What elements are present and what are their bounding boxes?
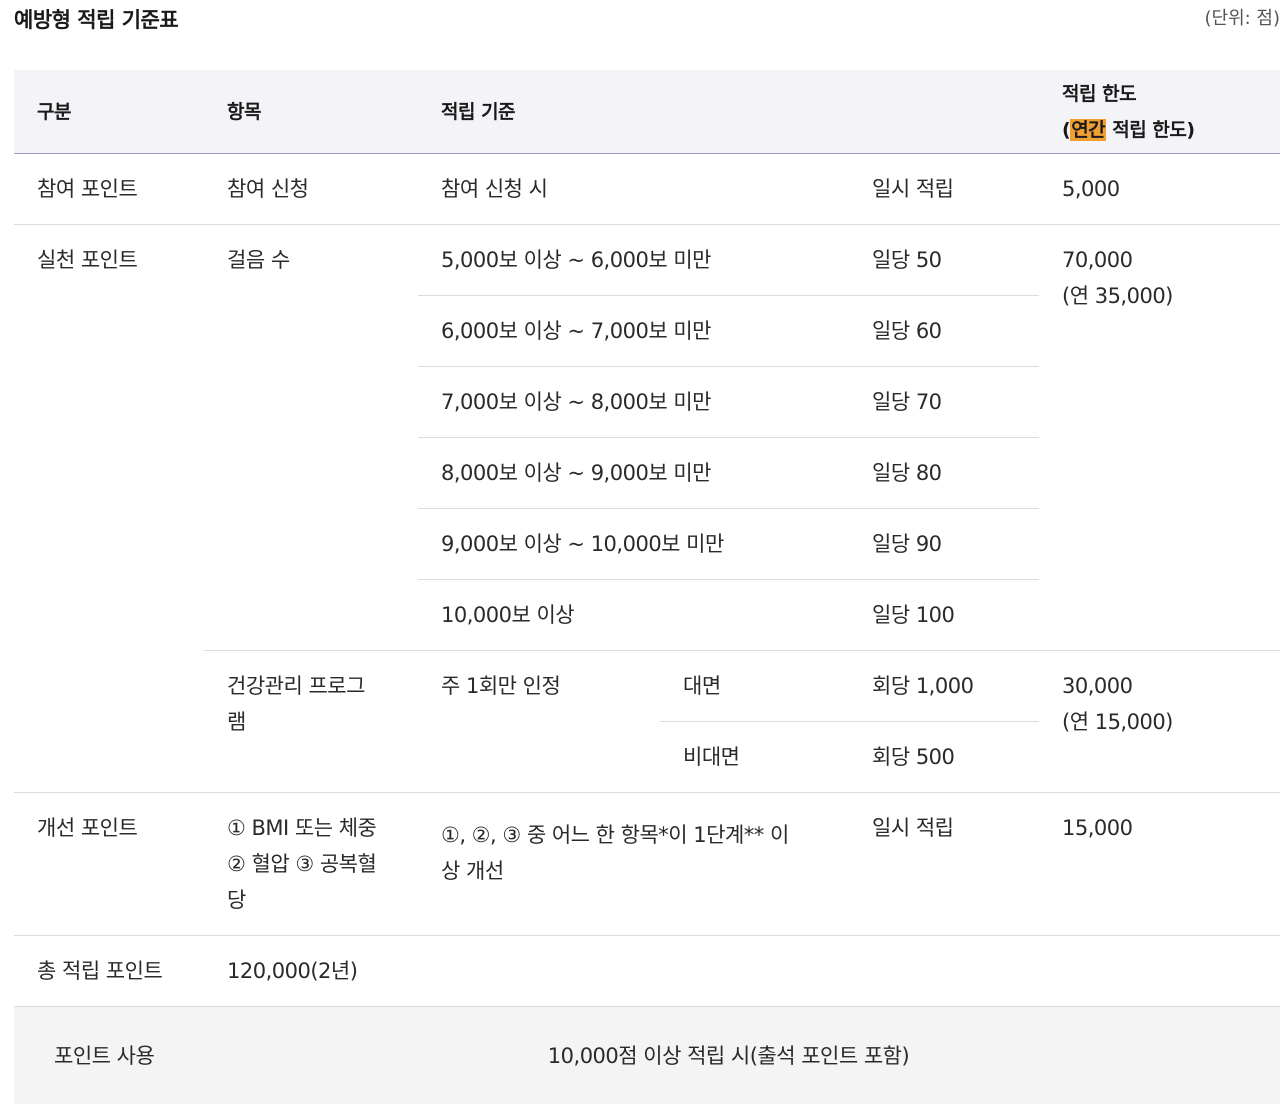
steps-value-0: 일당 50: [849, 224, 1040, 296]
participation-category: 참여 포인트: [37, 177, 138, 201]
header-category: 구분: [14, 70, 204, 154]
improvement-item-line3: 당: [227, 888, 246, 912]
steps-value-5: 일당 100: [849, 579, 1040, 651]
steps-limit: 70,000 (연 35,000): [1039, 224, 1281, 651]
total-category: 총 적립 포인트: [37, 959, 163, 983]
participation-limit: 5,000: [1062, 177, 1120, 201]
table-row-program-0: 건강관리 프로그 램 주 1회만 인정 대면 회당 1,000 30,000 (…: [14, 650, 1281, 793]
improvement-limit: 15,000: [1062, 816, 1133, 840]
total-value: 120,000(2년): [227, 959, 358, 983]
table-row-total: 총 적립 포인트 120,000(2년): [14, 936, 1281, 1007]
steps-value-3: 일당 80: [849, 437, 1040, 509]
improvement-value: 일시 적립: [872, 816, 954, 840]
improvement-criteria-line1: ①, ②, ③ 중 어느 한 항목*이 1단계** 이: [441, 823, 789, 847]
participation-criteria: 참여 신청 시: [441, 177, 548, 201]
practice-category: 실천 포인트: [14, 224, 204, 793]
table-row-improvement: 개선 포인트 ① BMI 또는 체중 ② 혈압 ③ 공복혈 당 ①, ②, ③ …: [14, 793, 1281, 936]
header-limit-line1: 적립 한도: [1062, 82, 1137, 105]
program-mode-1: 비대면: [660, 721, 849, 793]
steps-criteria-1: 6,000보 이상 ~ 7,000보 미만: [418, 295, 849, 367]
steps-criteria-0: 5,000보 이상 ~ 6,000보 미만: [418, 224, 849, 296]
program-limit-line1: 30,000: [1062, 674, 1133, 698]
steps-criteria-2: 7,000보 이상 ~ 8,000보 미만: [418, 366, 849, 438]
program-mode-0: 대면: [660, 650, 849, 722]
program-item: 건강관리 프로그 램: [204, 650, 418, 793]
footer-label: 포인트 사용: [14, 1006, 418, 1104]
footer-value: 10,000점 이상 적립 시(출석 포인트 포함): [418, 1006, 1040, 1104]
improvement-criteria: ①, ②, ③ 중 어느 한 항목*이 1단계** 이 상 개선: [418, 793, 849, 936]
table-row-participation: 참여 포인트 참여 신청 참여 신청 시 일시 적립 5,000: [14, 154, 1281, 225]
header-limit: 적립 한도 (연간 적립 한도): [1039, 70, 1281, 154]
header-limit-line2: (연간 적립 한도): [1062, 118, 1195, 141]
footer-empty: [1039, 1006, 1281, 1104]
steps-item: 걸음 수: [204, 224, 418, 651]
header-criteria: 적립 기준: [418, 70, 1040, 154]
steps-value-1: 일당 60: [849, 295, 1040, 367]
program-value-0: 회당 1,000: [849, 650, 1040, 722]
steps-criteria-3: 8,000보 이상 ~ 9,000보 미만: [418, 437, 849, 509]
steps-limit-line1: 70,000: [1062, 248, 1133, 272]
participation-item: 참여 신청: [227, 177, 309, 201]
steps-limit-line2: (연 35,000): [1062, 284, 1173, 308]
program-item-line1: 건강관리 프로그: [227, 674, 365, 698]
table-header-row: 구분 항목 적립 기준 적립 한도 (연간 적립 한도): [14, 70, 1281, 154]
steps-criteria-5: 10,000보 이상: [418, 579, 849, 651]
unit-note: (단위: 점): [1204, 8, 1280, 29]
highlight-annual: 연간: [1070, 118, 1107, 141]
program-value-1: 회당 500: [849, 721, 1040, 793]
program-criteria: 주 1회만 인정: [418, 650, 660, 793]
header-item: 항목: [204, 70, 418, 154]
program-limit-line2: (연 15,000): [1062, 710, 1173, 734]
page-title: 예방형 적립 기준표: [14, 8, 179, 32]
improvement-criteria-line2: 상 개선: [441, 859, 504, 883]
steps-value-4: 일당 90: [849, 508, 1040, 580]
table-row-footer: 포인트 사용 10,000점 이상 적립 시(출석 포인트 포함): [14, 1006, 1281, 1104]
participation-value: 일시 적립: [872, 177, 954, 201]
points-table: 구분 항목 적립 기준 적립 한도 (연간 적립 한도) 참여 포인트 참여 신…: [14, 70, 1281, 1104]
steps-criteria-4: 9,000보 이상 ~ 10,000보 미만: [418, 508, 849, 580]
steps-value-2: 일당 70: [849, 366, 1040, 438]
program-item-line2: 램: [227, 710, 246, 734]
improvement-item-line2: ② 혈압 ③ 공복혈: [227, 852, 377, 876]
improvement-category: 개선 포인트: [37, 816, 138, 840]
table-row-steps-0: 실천 포인트 걸음 수 5,000보 이상 ~ 6,000보 미만 일당 50 …: [14, 224, 1281, 793]
improvement-item-line1: ① BMI 또는 체중: [227, 816, 377, 840]
program-limit: 30,000 (연 15,000): [1039, 650, 1281, 793]
improvement-item: ① BMI 또는 체중 ② 혈압 ③ 공복혈 당: [204, 793, 418, 936]
